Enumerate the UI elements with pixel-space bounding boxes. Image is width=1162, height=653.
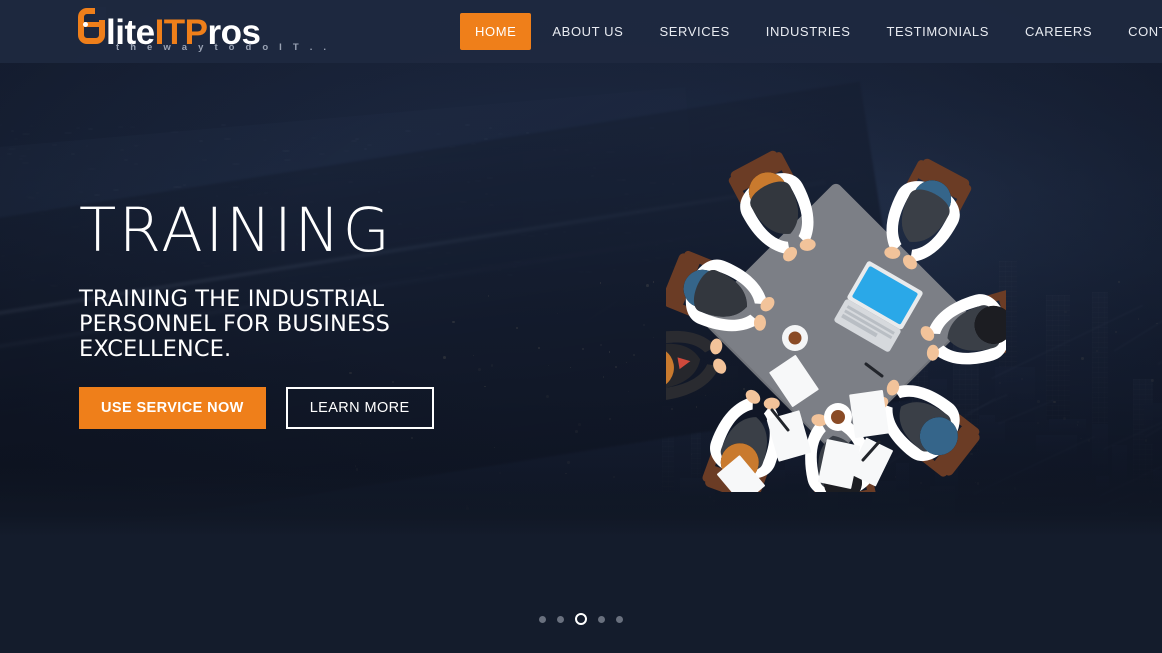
nav-item-about-us[interactable]: ABOUT US <box>537 13 638 50</box>
hero-content: TRAINING TRAINING THE INDUSTRIAL PERSONN… <box>79 196 499 429</box>
carousel-dots <box>0 613 1162 625</box>
meeting-illustration <box>615 142 1036 523</box>
use-service-now-button[interactable]: USE SERVICE NOW <box>79 387 266 429</box>
nav-item-home[interactable]: HOME <box>460 13 532 50</box>
nav-item-services[interactable]: SERVICES <box>644 13 744 50</box>
carousel-dot-3[interactable] <box>575 613 587 625</box>
logo-e-mark-icon <box>78 7 106 44</box>
meeting-illustration-svg <box>615 145 1036 523</box>
carousel-dot-4[interactable] <box>598 615 605 623</box>
carousel-dot-1[interactable] <box>539 615 546 623</box>
carousel-dot-5[interactable] <box>616 615 623 623</box>
logo-tagline: t h e w a y t o d o I T . . <box>116 42 331 53</box>
hero-title: TRAINING <box>79 195 393 266</box>
nav-item-testimonials[interactable]: TESTIMONIALS <box>871 13 1004 50</box>
coffee-cup-2 <box>782 325 808 351</box>
coffee-cup-1 <box>824 403 852 431</box>
page-root: lite ITP ros t h e w a y t o d o I T . .… <box>0 0 1162 653</box>
site-header: lite ITP ros t h e w a y t o d o I T . .… <box>0 0 1162 63</box>
hero-button-group: USE SERVICE NOW LEARN MORE <box>79 387 499 429</box>
carousel-dot-2[interactable] <box>557 615 564 623</box>
logo-wordmark: lite ITP ros <box>78 7 330 51</box>
site-logo[interactable]: lite ITP ros t h e w a y t o d o I T . . <box>78 7 331 56</box>
main-navigation: HOME ABOUT US SERVICES INDUSTRIES TESTIMONIA… <box>460 0 1162 63</box>
nav-item-careers[interactable]: CAREERS <box>1010 13 1107 50</box>
nav-item-industries[interactable]: INDUSTRIES <box>751 13 866 50</box>
learn-more-button[interactable]: LEARN MORE <box>285 387 434 429</box>
nav-item-contact[interactable]: CONTACT <box>1113 13 1162 50</box>
hero-subtitle: TRAINING THE INDUSTRIAL PERSONNEL FOR BU… <box>79 286 391 362</box>
